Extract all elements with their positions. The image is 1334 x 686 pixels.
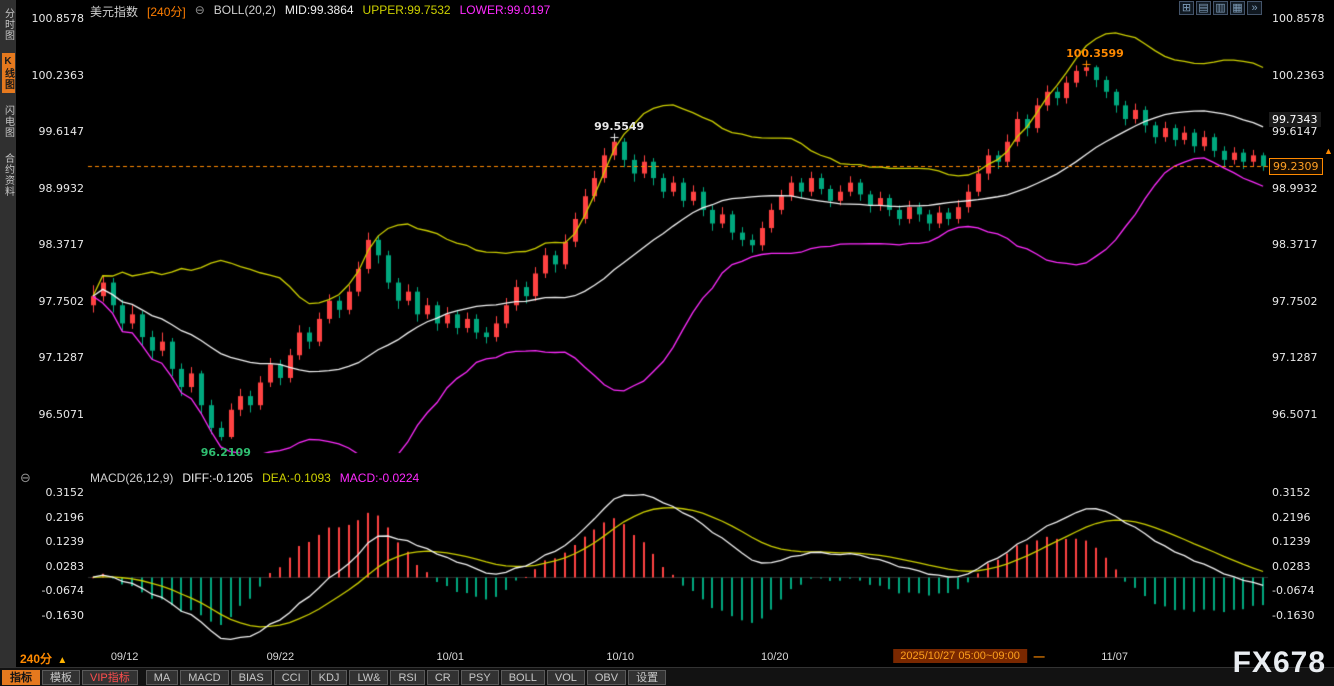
indicator-button-bias[interactable]: BIAS [231,670,272,685]
x-axis-date-label: 09/12 [111,651,139,663]
price-axis-tick: 97.1287 [22,351,84,364]
x-axis-date-label: 10/01 [436,651,464,663]
split-columns-icon[interactable]: ▥ [1213,1,1228,15]
chart-period-label: 240分 [20,652,52,666]
x-axis-date-label: 10/10 [606,651,634,663]
macd-axis-tick: 0.2196 [22,511,84,524]
more-windows-icon[interactable]: » [1247,1,1262,15]
indicator-button-cci[interactable]: CCI [274,670,309,685]
sidebar-tab-contract-info[interactable]: 合约资料 [2,150,15,200]
x-axis-date-label: 09/22 [267,651,295,663]
indicator-button-cr[interactable]: CR [427,670,459,685]
price-axis-tick: 96.5071 [22,408,84,421]
price-axis-tick: 97.7502 [22,295,84,308]
price-axis-tick: 100.8578 [22,12,84,25]
split-rows-icon[interactable]: ▤ [1196,1,1211,15]
left-chart-type-tabs: 分时图 K线图闪电图合约资料 [0,0,16,667]
price-axis-tick: 98.3717 [22,238,84,251]
sidebar-tab-flash-chart[interactable]: 闪电图 [2,102,15,141]
indicator-button-boll[interactable]: BOLL [501,670,545,685]
indicator-button-kdj[interactable]: KDJ [311,670,348,685]
indicator-button-lw[interactable]: LW& [349,670,388,685]
collapse-macd-panel-icon[interactable]: ⊖ [20,470,31,486]
macd-axis-tick: 0.1239 [22,535,84,548]
chart-period-button[interactable]: 240分 ▲ [20,650,67,667]
boll-mid-value: MID:99.3864 [285,3,354,20]
sidebar-tab-kline-chart[interactable]: K线图 [2,53,15,93]
indicator-button-vol[interactable]: VOL [547,670,585,685]
indicator-button-ma[interactable]: MA [146,670,179,685]
tile-grid-icon[interactable]: ⊞ [1179,1,1194,15]
sidebar-tab-time-share-chart[interactable]: 分时图 [2,5,15,44]
footer-tab-templates[interactable]: 模板 [42,670,80,685]
macd-diff-value: DIFF:-0.1205 [182,471,253,485]
price-direction-arrow-icon: ▲ [1324,146,1333,156]
macd-header: MACD(26,12,9) DIFF:-0.1205 DEA:-0.1093 M… [90,471,419,485]
footer-tab-vip-indicators[interactable]: VIP指标 [82,670,138,685]
period-up-arrow-icon: ▲ [57,655,67,666]
chart-annotation: 100.3599 [1066,47,1124,60]
x-axis-date-label: 11/07 [1101,651,1128,663]
macd-axis-tick: 0.3152 [1272,486,1311,499]
price-tag-upper: 99.7343 [1269,112,1321,127]
current-period-dash-icon: — [1034,651,1045,663]
price-axis-tick: 96.5071 [1272,408,1318,421]
price-axis-tick: 97.7502 [1272,295,1318,308]
main-chart-header: 美元指数 [240分] ⊖ BOLL(20,2) MID:99.3864 UPP… [90,3,550,20]
chart-annotation: 99.5549 [594,120,644,133]
price-axis-tick: 100.2363 [1272,69,1325,82]
price-axis-tick: 98.9932 [1272,182,1318,195]
price-axis-tick: 100.8578 [1272,12,1325,25]
indicator-button-obv[interactable]: OBV [587,670,626,685]
period-tag[interactable]: [240分] [147,3,186,20]
x-axis-date-label: 10/20 [761,651,789,663]
price-axis-tick: 100.2363 [22,69,84,82]
macd-macd-value: MACD:-0.0224 [340,471,419,485]
indicator-button-rsi[interactable]: RSI [390,670,424,685]
macd-indicator-name: MACD(26,12,9) [90,471,173,485]
indicator-button-macd[interactable]: MACD [180,670,228,685]
macd-axis-tick: -0.1630 [1272,609,1314,622]
macd-axis-tick: -0.0674 [22,584,84,597]
boll-indicator-name: BOLL(20,2) [214,3,276,20]
macd-dea-value: DEA:-0.1093 [262,471,331,485]
price-axis-tick: 99.6147 [22,125,84,138]
window-layout-buttons: ⊞▤▥▦» [1179,1,1262,15]
macd-axis-tick: 0.0283 [1272,560,1311,573]
boll-lower-value: LOWER:99.0197 [460,3,551,20]
current-period-label: 2025/10/27 05:00~09:00 [893,649,1027,663]
chart-canvas[interactable] [0,0,1334,686]
grid-windows-icon[interactable]: ▦ [1230,1,1245,15]
bottom-toolbar: 指标模板VIP指标 MAMACDBIASCCIKDJLW&RSICRPSYBOLL… [0,667,1334,686]
trading-terminal: 分时图 K线图闪电图合约资料 美元指数 [240分] ⊖ BOLL(20,2) M… [0,0,1334,686]
indicator-button-psy[interactable]: PSY [461,670,499,685]
time-axis: 240分 ▲ 09/12 09/22 10/01 10/10 10/20 2025/10/… [0,649,1334,666]
symbol-name: 美元指数 [90,3,138,20]
price-axis-tick: 98.3717 [1272,238,1318,251]
macd-axis-tick: -0.0674 [1272,584,1314,597]
price-axis-tick: 97.1287 [1272,351,1318,364]
current-price-tag: 99.2309 [1269,158,1323,175]
collapse-main-chart-icon[interactable]: ⊖ [195,3,205,20]
macd-axis-tick: 0.1239 [1272,535,1311,548]
macd-axis-tick: 0.3152 [22,486,84,499]
macd-axis-tick: -0.1630 [22,609,84,622]
footer-tab-indicators[interactable]: 指标 [2,670,40,685]
macd-axis-tick: 0.2196 [1272,511,1311,524]
chart-annotation: 96.2109 [201,446,251,459]
price-axis-tick: 98.9932 [22,182,84,195]
macd-axis-tick: 0.0283 [22,560,84,573]
boll-upper-value: UPPER:99.7532 [363,3,451,20]
settings-button[interactable]: 设置 [628,670,666,685]
